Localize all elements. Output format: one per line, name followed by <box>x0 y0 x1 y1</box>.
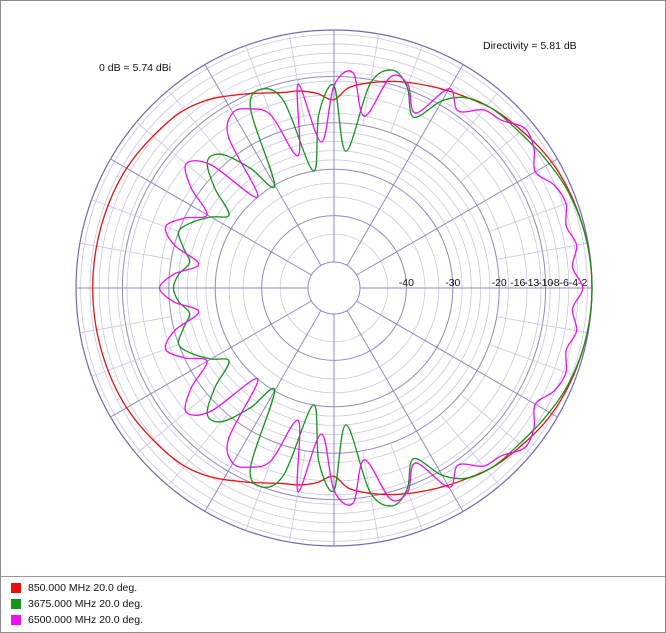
legend-item-3675: 3675.000 MHz 20.0 deg. <box>11 597 143 611</box>
major-grid-spoke <box>356 300 558 418</box>
major-grid-spoke <box>346 64 464 266</box>
major-grid-spoke <box>346 310 464 512</box>
minor-grid-spoke <box>288 33 306 126</box>
inner-boundary-ring <box>307 261 361 315</box>
radial-tick-label: -30 <box>445 277 460 289</box>
directivity-label: Directivity = 5.81 dB <box>483 40 577 52</box>
legend-swatch-850 <box>11 583 21 593</box>
legend: 850.000 MHz 20.0 deg. 3675.000 MHz 20.0 … <box>1 577 665 632</box>
legend-label-6500: 6500.000 MHz 20.0 deg. <box>28 614 143 626</box>
legend-label-850: 850.000 MHz 20.0 deg. <box>28 582 138 594</box>
legend-swatch-6500 <box>11 615 21 625</box>
minor-grid-spoke <box>362 450 380 543</box>
minor-grid-spoke <box>489 199 577 232</box>
minor-grid-spoke <box>362 33 380 126</box>
pattern-window: -40 -30 -20 -16 -13 -10 -8 -6 -4 -2 0 dB = 5.74 d… <box>0 0 666 633</box>
gain-reference-label: 0 dB = 5.74 dBi <box>99 62 171 74</box>
minor-grid-spoke <box>390 45 423 133</box>
legend-item-850: 850.000 MHz 20.0 deg. <box>11 581 137 595</box>
radial-tick-label: -8 <box>550 277 559 289</box>
legend-swatch-3675 <box>11 599 21 609</box>
minor-grid-spoke <box>390 443 423 531</box>
legend-item-6500: 6500.000 MHz 20.0 deg. <box>11 613 143 627</box>
radial-tick-label: -20 <box>492 277 507 289</box>
legend-label-3675: 3675.000 MHz 20.0 deg. <box>28 598 143 610</box>
major-grid-spoke <box>356 158 558 276</box>
polar-plot-area: -40 -30 -20 -16 -13 -10 -8 -6 -4 -2 0 dB = 5.74 d… <box>1 1 665 577</box>
radial-tick-label: -4 <box>569 277 578 289</box>
minor-grid-spoke <box>79 242 172 260</box>
minor-grid-spoke <box>79 316 172 334</box>
radial-tick-label: -6 <box>560 277 569 289</box>
minor-grid-spoke <box>288 450 306 543</box>
radial-tick-labels: -40 -30 -20 -16-13-10-8 -6 -4 -2 <box>399 277 588 289</box>
radial-tick-label: -40 <box>399 277 414 289</box>
polar-radiation-plot: -40 -30 -20 -16-13-10-8 -6 -4 -2 0 dB = 5.74 d… <box>75 29 593 547</box>
minor-grid-spoke <box>489 344 577 377</box>
